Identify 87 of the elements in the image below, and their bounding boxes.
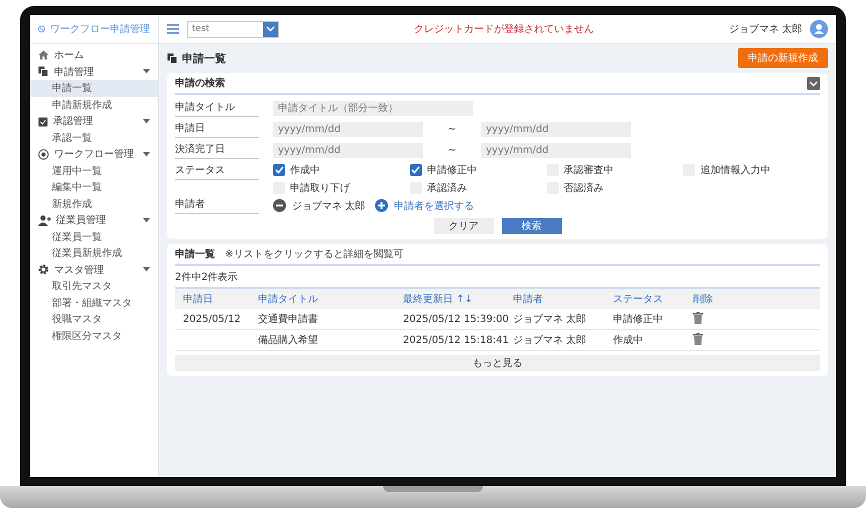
date-input[interactable]: yyyy/mm/dd <box>481 122 631 137</box>
table-cell-text: ジョブマネ 太郎 <box>513 312 588 326</box>
table-cell-text: 2025/05/12 15:18:41 <box>403 334 510 346</box>
date-input[interactable]: yyyy/mm/dd <box>481 143 631 158</box>
caret-icon <box>143 152 150 157</box>
select-applicant-link[interactable]: 申請者を選択する <box>394 198 474 212</box>
date-input[interactable]: yyyy/mm/dd <box>273 122 423 137</box>
field-label: ステータス <box>175 163 259 180</box>
table-cell-text: 備品購入希望 <box>258 334 319 347</box>
table-cell-text: ジョブマネ 太郎 <box>513 334 588 347</box>
field-label: 決済完了日 <box>175 142 259 159</box>
trash-icon[interactable] <box>693 332 703 344</box>
caret-icon <box>143 118 150 124</box>
sidebar-item[interactable]: 運用中一覧 <box>30 162 158 179</box>
checkbox-label: 承認審査中 <box>564 164 614 177</box>
applicant-name: ジョブマネ 太郎 <box>292 200 366 212</box>
workspace-select[interactable]: test <box>187 20 279 38</box>
user-name: ジョブマネ 太郎 <box>728 22 802 36</box>
table-cell-text: 2025/05/12 <box>183 314 242 324</box>
clear-button[interactable]: クリア <box>434 218 494 234</box>
sidebar-item[interactable]: 取引先マスタ <box>30 278 158 294</box>
app-title: ワークフロー申請管理 <box>50 22 150 36</box>
checkbox-label: 追加情報入力中 <box>700 164 770 177</box>
checkbox-label: 作成中 <box>290 164 320 177</box>
sidebar-item[interactable]: ホーム <box>30 47 158 64</box>
search-button[interactable]: 検索 <box>502 218 562 234</box>
field-label: 申請者 <box>175 197 259 214</box>
caret-icon <box>143 267 150 272</box>
trash-icon[interactable] <box>693 312 703 324</box>
page-title: 申請一覧 <box>182 50 227 66</box>
sidebar-item[interactable]: 新規作成 <box>30 196 158 212</box>
sidebar-item[interactable]: 従業員新規作成 <box>30 245 158 262</box>
target-icon <box>38 148 49 160</box>
sidebar-group[interactable]: 承認管理 <box>30 113 158 130</box>
sidebar-item[interactable]: 権限区分マスタ <box>30 328 158 344</box>
warning-text: クレジットカードが登録されていません <box>412 23 595 36</box>
caret-icon <box>143 218 150 223</box>
range-separator: ~ <box>446 124 458 135</box>
panel-title: 申請一覧 <box>175 248 215 261</box>
table-cell-text: 申請修正中 <box>613 312 664 326</box>
sidebar-item[interactable]: 部署・組織マスタ <box>30 294 158 311</box>
add-icon[interactable] <box>375 199 388 212</box>
sidebar-group[interactable]: マスタ管理 <box>30 262 158 278</box>
sidebar-group[interactable]: 申請管理 <box>30 64 158 80</box>
checkbox-label: 申請修正中 <box>426 164 477 177</box>
sidebar-item[interactable]: 編集中一覧 <box>30 179 158 196</box>
documents-icon <box>38 66 49 78</box>
user-plus-icon <box>38 214 51 226</box>
sidebar-group[interactable]: 従業員管理 <box>30 212 158 228</box>
home-icon <box>38 50 49 60</box>
checkbox-label: 申請取り下げ <box>290 182 350 195</box>
table-cell-text: 作成中 <box>613 334 644 347</box>
column-header[interactable]: 削除 <box>693 292 812 306</box>
column-header[interactable]: ステータス <box>613 292 693 306</box>
avatar-icon[interactable] <box>810 20 828 38</box>
caret-icon <box>143 69 150 74</box>
clipboard-icon <box>38 116 48 127</box>
chevron-down-icon <box>266 26 275 32</box>
title-input[interactable]: 申請タイトル（部分一致） <box>273 101 473 116</box>
column-header[interactable]: 申請日 <box>183 292 258 306</box>
checkbox[interactable] <box>410 164 422 176</box>
sidebar-item[interactable]: 申請一覧 <box>30 80 158 96</box>
column-header[interactable]: 申請者 <box>513 292 613 306</box>
checkbox-label: 否認済み <box>564 182 604 195</box>
sidebar-item[interactable]: 承認一覧 <box>30 130 158 146</box>
gear-icon <box>38 264 49 276</box>
panel-title: 申請の検索 <box>175 76 225 90</box>
documents-icon <box>167 52 178 64</box>
column-header[interactable]: 申請タイトル <box>258 292 403 306</box>
table-cell-text: 交通費申請書 <box>258 312 319 326</box>
remove-icon[interactable] <box>273 199 286 212</box>
column-header[interactable]: 最終更新日 ↑↓ <box>403 292 513 306</box>
menu-icon[interactable] <box>167 24 179 34</box>
table-cell-text: 2025/05/12 15:39:00 <box>403 314 510 324</box>
sidebar-item[interactable]: 役職マスタ <box>30 311 158 328</box>
sidebar-item[interactable]: 申請新規作成 <box>30 96 158 113</box>
range-separator: ~ <box>446 145 458 156</box>
sidebar-group[interactable]: ワークフロー管理 <box>30 146 158 162</box>
field-label: 申請日 <box>175 121 259 138</box>
load-more-button[interactable]: もっと見る <box>175 355 820 371</box>
sidebar-item[interactable]: 従業員一覧 <box>30 228 158 245</box>
date-input[interactable]: yyyy/mm/dd <box>273 143 423 158</box>
collapse-icon[interactable] <box>807 76 820 90</box>
hint-text: ※リストをクリックすると詳細を閲覧可 <box>225 248 404 261</box>
checkbox-label: 承認済み <box>426 182 467 195</box>
field-label: 申請タイトル <box>175 100 259 117</box>
checkbox[interactable] <box>273 164 285 176</box>
